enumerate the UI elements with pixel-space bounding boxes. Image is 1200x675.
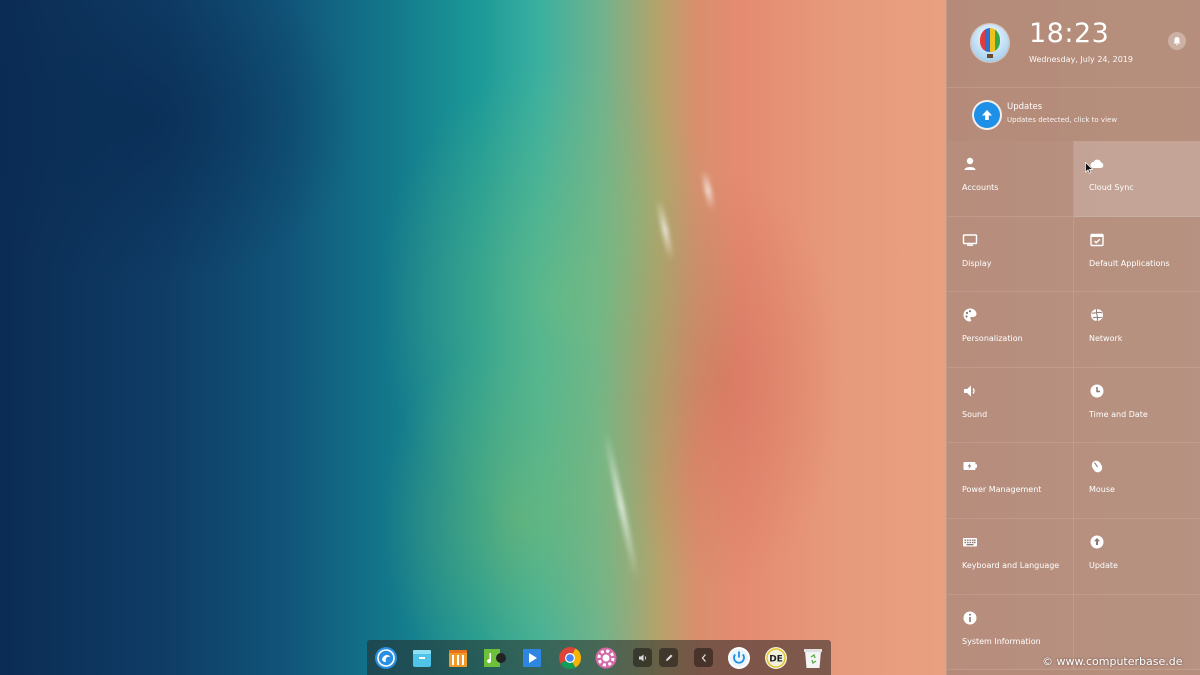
tile-update[interactable]: Update — [1074, 519, 1200, 595]
arrow-up-icon — [974, 102, 1000, 128]
control-center-header: 18:23 Wednesday, July 24, 2019 — [947, 0, 1200, 86]
monitor-icon — [962, 233, 978, 246]
wave-foam — [655, 200, 675, 260]
chevron-left-icon[interactable] — [694, 648, 713, 667]
default-apps-icon — [1090, 233, 1104, 246]
tile-network[interactable]: Network — [1074, 292, 1200, 368]
tile-label: Cloud Sync — [1089, 183, 1134, 192]
control-center-panel: 18:23 Wednesday, July 24, 2019 Updates U… — [946, 0, 1200, 675]
tile-mouse[interactable]: Mouse — [1074, 443, 1200, 519]
pen-icon[interactable] — [659, 648, 678, 667]
chrome-icon[interactable] — [557, 645, 582, 670]
tile-label: Update — [1089, 560, 1118, 570]
launcher-icon[interactable] — [373, 645, 398, 670]
music-player-icon[interactable] — [481, 645, 506, 670]
balloon-basket — [987, 54, 993, 58]
tile-personalization[interactable]: Personalization — [947, 292, 1074, 368]
notification-subtitle: Updates detected, click to view — [1007, 116, 1118, 124]
svg-text:DE: DE — [769, 654, 783, 664]
notification-title: Updates — [1007, 102, 1043, 112]
app-store-icon[interactable] — [445, 645, 470, 670]
tile-time-and-date[interactable]: Time and Date — [1074, 368, 1200, 444]
tile-label: Default Applications — [1089, 258, 1170, 268]
clock-time: 18:23 — [1029, 18, 1110, 49]
tile-label: Keyboard and Language — [962, 560, 1060, 570]
user-avatar[interactable] — [971, 24, 1009, 62]
wave-foam — [602, 431, 640, 579]
palette-icon — [963, 308, 977, 322]
tile-label: Power Management — [962, 485, 1042, 495]
battery-icon — [963, 462, 977, 471]
tile-label: Network — [1089, 334, 1123, 344]
tile-accounts[interactable]: Accounts — [947, 141, 1074, 217]
clock-date: Wednesday, July 24, 2019 — [1029, 55, 1133, 64]
trash-icon[interactable] — [800, 645, 825, 670]
tile-cloud-sync[interactable]: Cloud Sync — [1074, 141, 1200, 217]
volume-icon[interactable] — [633, 648, 652, 667]
tile-label: Display — [962, 258, 992, 268]
clock-icon — [1090, 384, 1104, 398]
keyboard-layout-icon[interactable]: DE — [763, 645, 788, 670]
wave-foam — [700, 169, 716, 211]
file-manager-icon[interactable] — [409, 645, 434, 670]
mouse-icon — [1091, 461, 1103, 473]
mouse-cursor-icon — [1085, 162, 1093, 174]
tile-label: Time and Date — [1089, 409, 1148, 419]
tile-display[interactable]: Display — [947, 216, 1074, 293]
bell-icon[interactable] — [1168, 32, 1186, 50]
update-icon — [1090, 535, 1104, 549]
tile-label: Mouse — [1089, 485, 1115, 495]
tile-label: Sound — [962, 409, 988, 419]
tile-default-applications[interactable]: Default Applications — [1074, 217, 1200, 293]
settings-grid: Accounts Cloud Sync Display Default Appl… — [947, 141, 1200, 671]
movie-player-icon[interactable] — [519, 645, 544, 670]
dock: DE — [367, 640, 831, 675]
info-icon — [963, 611, 977, 625]
tile-label: Personalization — [962, 334, 1023, 344]
tile-sound[interactable]: Sound — [947, 367, 1074, 444]
settings-icon[interactable] — [593, 645, 618, 670]
update-notification[interactable]: Updates Updates detected, click to view — [947, 87, 1200, 140]
tile-label: System Information — [962, 636, 1041, 646]
speaker-icon — [964, 385, 975, 397]
balloon-icon — [980, 28, 1000, 52]
tile-label: Accounts — [962, 183, 999, 192]
power-icon[interactable] — [726, 645, 751, 670]
watermark: © www.computerbase.de — [1042, 655, 1183, 668]
tile-keyboard-and-language[interactable]: Keyboard and Language — [947, 518, 1074, 595]
globe-icon — [1091, 308, 1103, 322]
user-icon — [964, 157, 976, 170]
tile-power-management[interactable]: Power Management — [947, 443, 1074, 519]
keyboard-icon — [963, 537, 977, 547]
